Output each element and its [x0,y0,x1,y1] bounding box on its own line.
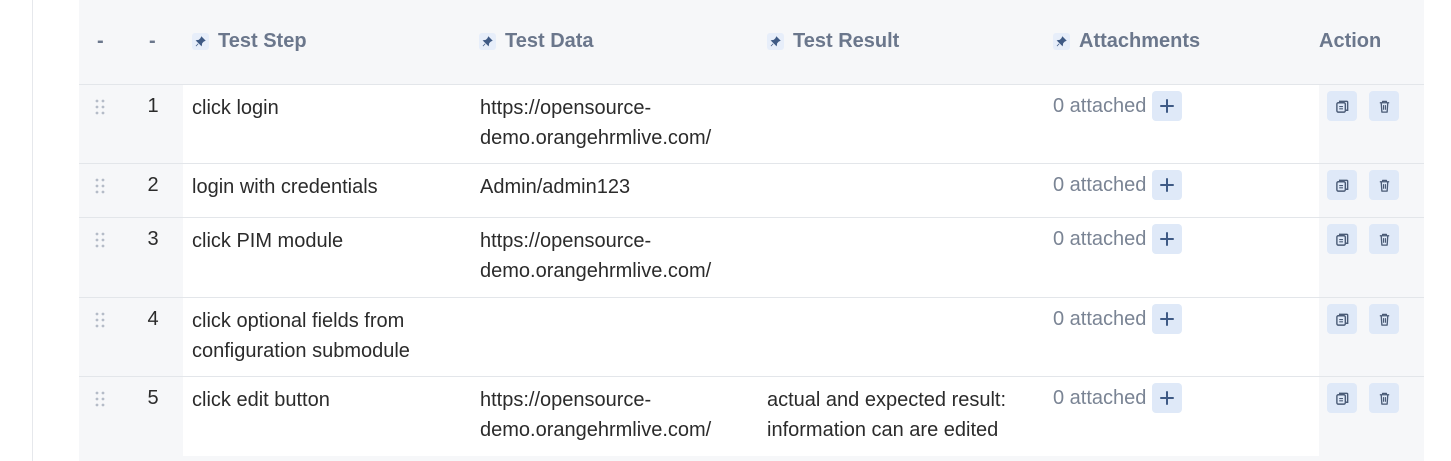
table-header: - - Test Step Test Data Test Result Atta… [79,0,1424,85]
delete-step-button[interactable] [1369,91,1399,121]
attachments-cell: 0 attached [1053,91,1183,121]
pin-icon[interactable] [192,33,209,50]
test-result-cell[interactable]: actual and expected result: information c… [767,385,1037,445]
clone-icon [1335,178,1350,193]
drag-handle-icon[interactable] [95,99,105,115]
attachment-count: 0 attached [1053,95,1147,117]
clone-step-button[interactable] [1327,91,1357,121]
number-column-header: - [149,30,156,52]
delete-step-button[interactable] [1369,170,1399,200]
attachment-count: 0 attached [1053,228,1147,250]
pin-icon[interactable] [1053,33,1070,50]
drag-handle-icon[interactable] [95,312,105,328]
trash-icon [1377,232,1392,247]
drag-handle-icon[interactable] [95,178,105,194]
table-row: 2 login with credentials Admin/admin123 0 a… [79,163,1424,218]
plus-icon [1159,98,1175,114]
trash-icon [1377,99,1392,114]
attachments-column-header[interactable]: Attachments [1053,30,1200,53]
clone-icon [1335,99,1350,114]
test-result-column-header[interactable]: Test Result [767,30,899,53]
row-number: 3 [147,228,159,250]
add-attachment-button[interactable] [1152,304,1183,334]
delete-step-button[interactable] [1369,224,1399,254]
action-column-header: Action [1319,30,1382,52]
test-step-cell[interactable]: login with credentials [192,172,462,202]
test-data-cell[interactable]: https://opensource-demo.orangehrmlive.co… [480,93,755,153]
attachment-count: 0 attached [1053,174,1147,196]
test-data-cell[interactable]: Admin/admin123 [480,172,755,202]
row-number: 1 [147,95,159,117]
table-row: 5 click edit button https://opensource-dem… [79,376,1424,457]
test-step-cell[interactable]: click optional fields from configuration … [192,306,462,366]
test-step-cell[interactable]: click edit button [192,385,462,415]
table-row: 3 click PIM module https://opensource-demo… [79,217,1424,298]
test-data-cell[interactable]: https://opensource-demo.orangehrmlive.co… [480,226,755,286]
drag-column-header: - [97,30,104,52]
attachments-cell: 0 attached [1053,304,1183,334]
attachments-cell: 0 attached [1053,170,1183,200]
clone-icon [1335,232,1350,247]
attachments-cell: 0 attached [1053,383,1183,413]
add-attachment-button[interactable] [1152,170,1183,200]
clone-icon [1335,391,1350,406]
trash-icon [1377,178,1392,193]
plus-icon [1159,231,1175,247]
table-row: 1 click login https://opensource-demo.oran… [79,84,1424,164]
add-attachment-button[interactable] [1152,91,1183,121]
trash-icon [1377,312,1392,327]
test-step-cell[interactable]: click PIM module [192,226,462,256]
row-number: 5 [147,387,159,409]
test-data-column-header[interactable]: Test Data [479,30,594,53]
clone-icon [1335,312,1350,327]
plus-icon [1159,311,1175,327]
add-attachment-button[interactable] [1152,224,1183,254]
test-steps-table: - - Test Step Test Data Test Result Atta… [79,0,1424,461]
delete-step-button[interactable] [1369,383,1399,413]
test-data-cell[interactable]: https://opensource-demo.orangehrmlive.co… [480,385,755,445]
drag-handle-icon[interactable] [95,391,105,407]
clone-step-button[interactable] [1327,304,1357,334]
left-border [32,0,33,461]
clone-step-button[interactable] [1327,383,1357,413]
clone-step-button[interactable] [1327,170,1357,200]
attachment-count: 0 attached [1053,387,1147,409]
plus-icon [1159,390,1175,406]
pin-icon[interactable] [479,33,496,50]
delete-step-button[interactable] [1369,304,1399,334]
trash-icon [1377,391,1392,406]
row-number: 2 [147,174,159,196]
plus-icon [1159,177,1175,193]
attachments-cell: 0 attached [1053,224,1183,254]
pin-icon[interactable] [767,33,784,50]
table-row: 4 click optional fields from configuration… [79,297,1424,377]
row-number: 4 [147,308,159,330]
test-step-cell[interactable]: click login [192,93,462,123]
drag-handle-icon[interactable] [95,232,105,248]
test-step-column-header[interactable]: Test Step [192,30,307,53]
attachment-count: 0 attached [1053,308,1147,330]
add-attachment-button[interactable] [1152,383,1183,413]
clone-step-button[interactable] [1327,224,1357,254]
